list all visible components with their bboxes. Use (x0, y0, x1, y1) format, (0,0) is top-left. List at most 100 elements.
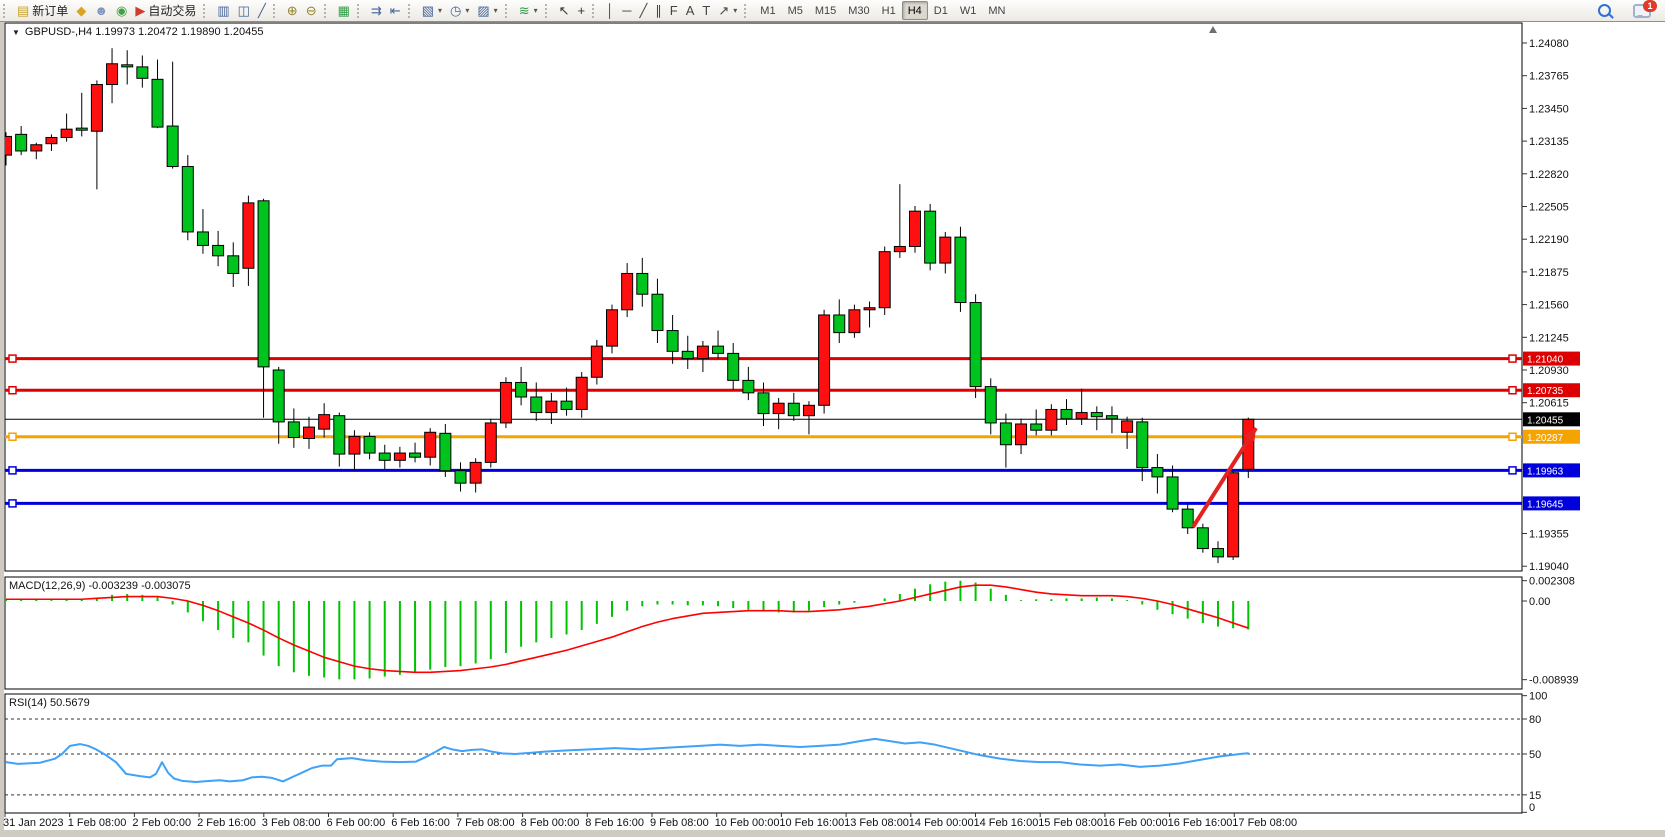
timeframe-button-m5[interactable]: M5 (782, 1, 809, 20)
symbol-ohlc-text: GBPUSD-,H4 1.19973 1.20472 1.19890 1.204… (25, 26, 264, 38)
notifications-button[interactable]: 1 (1629, 2, 1655, 20)
toolbar-group-handle[interactable] (203, 4, 209, 18)
timeframe-button-m1[interactable]: M1 (754, 1, 781, 20)
chart-area[interactable]: 1.240801.237651.234501.231351.228201.225… (0, 0, 1665, 837)
svg-text:10 Feb 00:00: 10 Feb 00:00 (715, 817, 780, 829)
new-chart-icon: ▧ (422, 4, 434, 18)
timeframe-button-h1[interactable]: H1 (876, 1, 902, 20)
horizontal-line-button[interactable]: ─ (618, 2, 635, 20)
text-button[interactable]: A (682, 2, 699, 20)
chart-symbol-label[interactable]: ▼ GBPUSD-,H4 1.19973 1.20472 1.19890 1.20… (12, 26, 263, 38)
svg-text:6 Feb 00:00: 6 Feb 00:00 (327, 817, 386, 829)
toolbar-right: 1 (1594, 2, 1665, 20)
vertical-line-icon: │ (606, 4, 614, 18)
toolbar-group-handle[interactable] (408, 4, 414, 18)
cursor-icon: ↖ (559, 4, 570, 18)
svg-text:8 Feb 16:00: 8 Feb 16:00 (585, 817, 644, 829)
svg-text:1.22190: 1.22190 (1529, 234, 1569, 246)
toolbar-group-handle[interactable] (744, 4, 750, 18)
toolbar-group-handle[interactable] (273, 4, 279, 18)
svg-text:100: 100 (1529, 691, 1547, 703)
chart-shift-button[interactable]: ⇤ (386, 2, 405, 20)
zoom-out-button[interactable]: ⊖ (302, 2, 321, 20)
fibonacci-icon: F (670, 4, 678, 18)
signal-icon-button[interactable]: ◉ (112, 2, 131, 20)
svg-text:1.22820: 1.22820 (1529, 169, 1569, 181)
window-left-border (0, 21, 4, 837)
candlestick-chart-icon: ◫ (238, 4, 250, 18)
toolbar-group-handle[interactable] (505, 4, 511, 18)
svg-text:15 Feb 08:00: 15 Feb 08:00 (1038, 817, 1103, 829)
zoom-in-button[interactable]: ⊕ (283, 2, 302, 20)
caret-down-icon: ▾ (733, 6, 737, 15)
svg-text:1.21245: 1.21245 (1529, 332, 1569, 344)
indicators-button[interactable]: ≋▾ (515, 2, 542, 20)
svg-text:13 Feb 08:00: 13 Feb 08:00 (844, 817, 909, 829)
equidistant-channel-button[interactable]: ∥ (651, 2, 666, 20)
new-chart-button[interactable]: ▧▾ (418, 2, 446, 20)
timeframe-button-d1[interactable]: D1 (928, 1, 954, 20)
toolbar-group-handle[interactable] (324, 4, 330, 18)
price-axis[interactable]: 1.240801.237651.234501.231351.228201.225… (1522, 38, 1580, 573)
search-button[interactable] (1594, 2, 1615, 20)
svg-text:1.21040: 1.21040 (1527, 355, 1564, 366)
svg-text:0.00: 0.00 (1529, 596, 1550, 608)
svg-text:1.22505: 1.22505 (1529, 202, 1569, 214)
svg-text:1.23135: 1.23135 (1529, 136, 1569, 148)
period-button[interactable]: ◷▾ (446, 2, 473, 20)
cursor-button[interactable]: ↖ (555, 2, 574, 20)
timeframe-button-m30[interactable]: M30 (842, 1, 875, 20)
svg-text:3 Feb 08:00: 3 Feb 08:00 (262, 817, 321, 829)
new-order-icon: ▤ (17, 4, 29, 18)
arrows-button[interactable]: ↗▾ (714, 2, 741, 20)
toolbar-group-handle[interactable] (592, 4, 598, 18)
svg-text:50: 50 (1529, 749, 1541, 761)
svg-text:16 Feb 16:00: 16 Feb 16:00 (1168, 817, 1233, 829)
chart-shift-icon: ⇤ (390, 4, 401, 18)
period-icon: ◷ (450, 4, 461, 18)
timeframe-button-mn[interactable]: MN (982, 1, 1011, 20)
caret-down-icon: ▾ (438, 6, 442, 15)
indicators-icon: ≋ (519, 4, 530, 18)
vertical-line-button[interactable]: │ (602, 2, 618, 20)
timeframe-button-w1[interactable]: W1 (954, 1, 983, 20)
timeframe-button-m15[interactable]: M15 (809, 1, 842, 20)
contacts-icon-button[interactable]: ☻ (90, 2, 112, 20)
trendline-button[interactable]: ╱ (635, 2, 651, 20)
svg-text:2 Feb 00:00: 2 Feb 00:00 (132, 817, 191, 829)
chevron-down-icon: ▼ (12, 28, 20, 37)
toolbar-group-handle[interactable] (357, 4, 363, 18)
auto-scroll-button[interactable]: ⇉ (367, 2, 386, 20)
toolbar-group-handle[interactable] (545, 4, 551, 18)
macd-axis[interactable]: 0.0023080.00-0.008939 (1522, 576, 1579, 687)
template-button[interactable]: ▨▾ (473, 2, 501, 20)
trendline-icon: ╱ (639, 4, 647, 18)
svg-text:1.19040: 1.19040 (1529, 561, 1569, 573)
time-axis[interactable]: 31 Jan 20231 Feb 08:002 Feb 00:002 Feb 1… (3, 813, 1297, 829)
chat-bubble-icon: 1 (1633, 4, 1651, 18)
crosshair-button[interactable]: + (574, 2, 590, 20)
new-order-button[interactable]: ▤新订单 (13, 2, 72, 20)
candlestick-chart-button[interactable]: ◫ (234, 2, 254, 20)
line-chart-button[interactable]: ╱ (254, 2, 270, 20)
svg-text:0: 0 (1529, 802, 1535, 814)
chart-plot-area[interactable] (5, 23, 1522, 571)
rsi-indicator-label: RSI(14) 50.5679 (9, 697, 90, 709)
tile-windows-button[interactable]: ▦ (334, 2, 354, 20)
search-icon (1598, 4, 1611, 17)
svg-text:6 Feb 16:00: 6 Feb 16:00 (391, 817, 450, 829)
svg-text:2 Feb 16:00: 2 Feb 16:00 (197, 817, 256, 829)
fibonacci-button[interactable]: F (666, 2, 682, 20)
caret-down-icon: ▾ (465, 6, 469, 15)
timeframe-button-h4[interactable]: H4 (902, 1, 928, 20)
svg-text:9 Feb 08:00: 9 Feb 08:00 (650, 817, 709, 829)
toolbar: ▤新订单◆☻◉▶自动交易▥◫╱⊕⊖▦⇉⇤▧▾◷▾▨▾≋▾↖+│─╱∥FAT↗▾M… (0, 0, 1665, 22)
gold-icon-button[interactable]: ◆ (72, 2, 90, 20)
rsi-axis[interactable]: 1008050150 (1522, 691, 1547, 814)
line-chart-icon: ╱ (258, 4, 266, 18)
toolbar-group-handle[interactable] (3, 4, 9, 18)
text-label-button[interactable]: T (698, 2, 714, 20)
contacts-icon-icon: ☻ (94, 4, 108, 18)
bar-chart-button[interactable]: ▥ (213, 2, 233, 20)
autotrading-button[interactable]: ▶自动交易 (131, 2, 200, 20)
